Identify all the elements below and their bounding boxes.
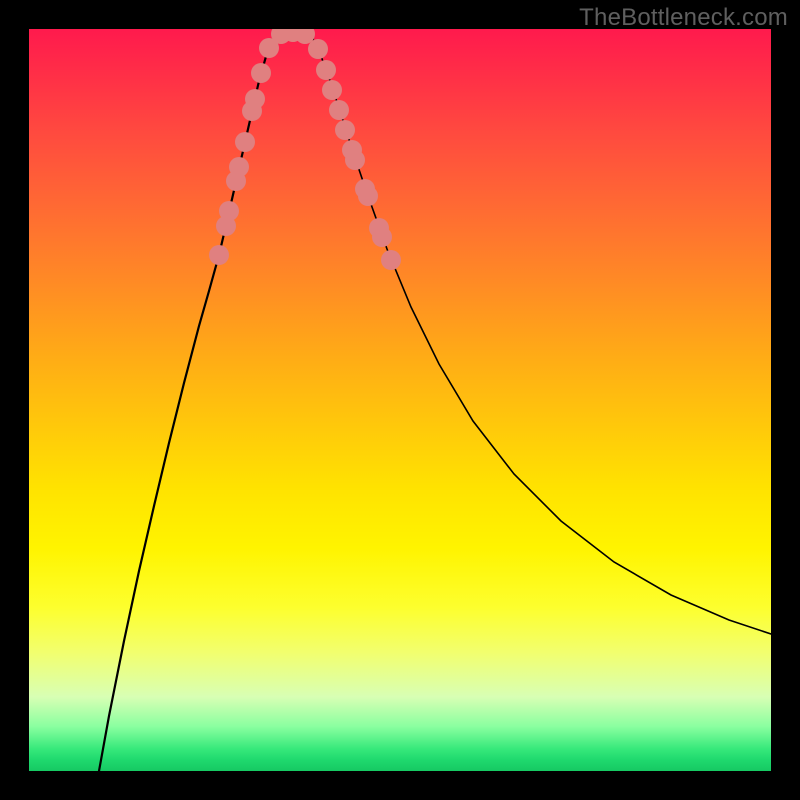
data-point-marker — [372, 227, 392, 247]
data-point-marker — [329, 100, 349, 120]
data-point-marker — [245, 89, 265, 109]
data-point-marker — [322, 80, 342, 100]
data-point-marker — [251, 63, 271, 83]
curve-layer — [29, 29, 771, 771]
data-point-marker — [381, 250, 401, 270]
data-point-marker — [345, 150, 365, 170]
data-point-marker — [316, 60, 336, 80]
data-point-marker — [219, 201, 239, 221]
watermark-text: TheBottleneck.com — [579, 4, 788, 32]
marker-group — [209, 29, 401, 270]
data-point-marker — [335, 120, 355, 140]
data-point-marker — [229, 157, 249, 177]
data-point-marker — [308, 39, 328, 59]
data-point-marker — [235, 132, 255, 152]
chart-frame: TheBottleneck.com — [0, 0, 800, 800]
data-point-marker — [358, 186, 378, 206]
curve-right-branch — [313, 39, 771, 634]
data-point-marker — [209, 245, 229, 265]
plot-area — [29, 29, 771, 771]
